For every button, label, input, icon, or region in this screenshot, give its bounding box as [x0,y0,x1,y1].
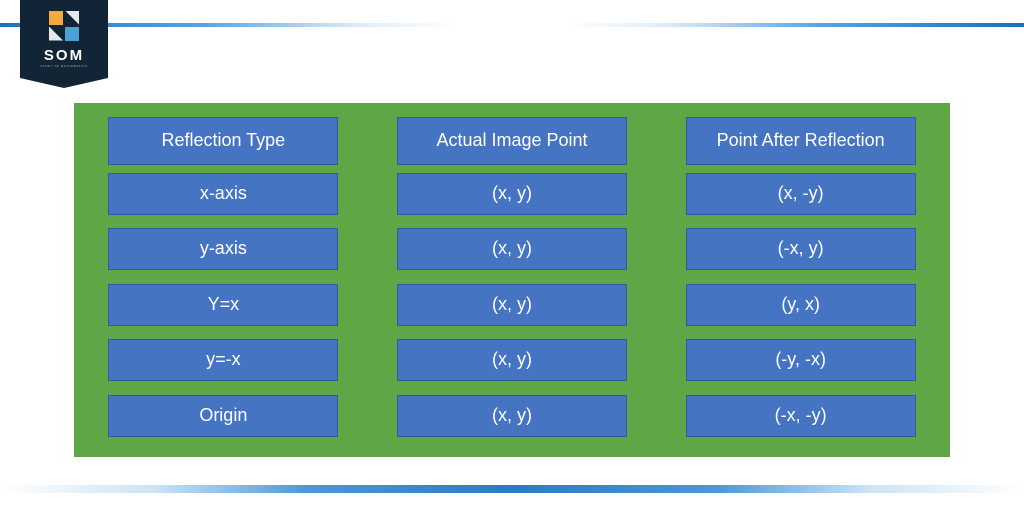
cell-type: Y=x [108,284,338,326]
bottom-gradient-bar [0,485,1024,493]
cell-after: (x, -y) [686,173,916,215]
table-row: Y=x (x, y) (y, x) [94,284,930,333]
cell-type: Origin [108,395,338,437]
cell-after: (-y, -x) [686,339,916,381]
table-row: Origin (x, y) (-x, -y) [94,395,930,444]
logo-badge: SOM STORY OF MATHEMATICS [20,0,108,78]
logo-subtext: STORY OF MATHEMATICS [40,64,87,68]
cell-actual: (x, y) [397,395,627,437]
header-reflection-type: Reflection Type [108,117,338,165]
logo-icon [49,11,79,41]
table-row: y-axis (x, y) (-x, y) [94,228,930,277]
cell-type: x-axis [108,173,338,215]
table-row: x-axis (x, y) (x, -y) [94,173,930,222]
reflection-table: Reflection Type Actual Image Point Point… [74,103,950,457]
cell-after: (y, x) [686,284,916,326]
cell-actual: (x, y) [397,284,627,326]
cell-actual: (x, y) [397,339,627,381]
table-grid: Reflection Type Actual Image Point Point… [94,117,930,443]
logo-text: SOM [44,47,84,64]
cell-actual: (x, y) [397,228,627,270]
table-header-row: Reflection Type Actual Image Point Point… [94,117,930,166]
cell-type: y=-x [108,339,338,381]
cell-type: y-axis [108,228,338,270]
header-actual-point: Actual Image Point [397,117,627,165]
header-after-reflection: Point After Reflection [686,117,916,165]
cell-after: (-x, y) [686,228,916,270]
cell-after: (-x, -y) [686,395,916,437]
cell-actual: (x, y) [397,173,627,215]
top-gradient-bar [0,23,1024,27]
table-row: y=-x (x, y) (-y, -x) [94,339,930,388]
